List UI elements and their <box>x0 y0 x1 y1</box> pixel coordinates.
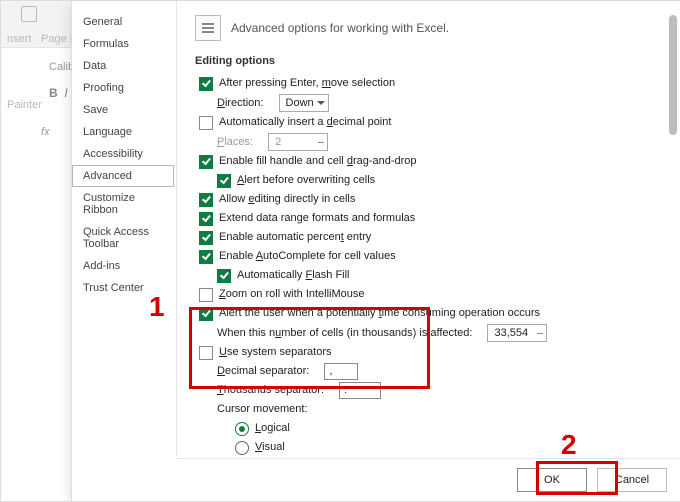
ok-button[interactable]: OK <box>517 468 587 492</box>
ribbon-tab-insert: nsert <box>7 33 31 45</box>
lbl-alert-overwrite: Alert before overwriting cells <box>237 172 375 189</box>
lbl-alert-time: Alert the user when a potentially time c… <box>219 305 540 322</box>
spin-cells-affected[interactable]: 33,554 <box>487 324 547 342</box>
lbl-cursor-visual: Visual <box>255 439 285 456</box>
lbl-after-enter: After pressing Enter, move selection <box>219 75 395 92</box>
sidebar-item-accessibility[interactable]: Accessibility <box>72 143 174 165</box>
lbl-cursor-logical: Logical <box>255 420 290 437</box>
lbl-system-separators: Use system separators <box>219 344 332 361</box>
formula-bar-fx: fx <box>41 126 50 138</box>
chk-extend-formats[interactable] <box>199 212 213 226</box>
chk-after-enter[interactable] <box>199 77 213 91</box>
sidebar-item-qat[interactable]: Quick Access Toolbar <box>72 221 174 255</box>
sidebar-item-advanced[interactable]: Advanced <box>72 165 174 187</box>
chk-alert-time[interactable] <box>199 307 213 321</box>
lbl-flash-fill: Automatically Flash Fill <box>237 267 350 284</box>
lbl-cursor-movement: Cursor movement: <box>217 401 307 418</box>
excel-options-dialog: General Formulas Data Proofing Save Lang… <box>71 1 680 501</box>
lbl-places: PPlaces:laces: <box>217 134 253 151</box>
txt-thousands-sep[interactable]: . <box>339 382 381 399</box>
dd-direction[interactable]: Down <box>279 94 329 112</box>
lbl-decimal-sep: Decimal separator: <box>217 363 309 380</box>
spin-places: 2 <box>268 133 328 151</box>
chk-fill-handle[interactable] <box>199 155 213 169</box>
txt-decimal-sep[interactable]: , <box>324 363 358 380</box>
lbl-fill-handle: Enable fill handle and cell drag-and-dro… <box>219 153 417 170</box>
lbl-extend-formats: Extend data range formats and formulas <box>219 210 415 227</box>
sidebar-item-save[interactable]: Save <box>72 99 174 121</box>
lbl-edit-in-cell: Allow editing directly in cells <box>219 191 355 208</box>
sidebar-item-general[interactable]: General <box>72 11 174 33</box>
cancel-button[interactable]: Cancel <box>597 468 667 492</box>
rad-cursor-visual[interactable] <box>235 441 249 455</box>
sidebar-item-proofing[interactable]: Proofing <box>72 77 174 99</box>
rad-cursor-logical[interactable] <box>235 422 249 436</box>
chk-alert-overwrite[interactable] <box>217 174 231 188</box>
lbl-autocomplete: Enable AutoComplete for cell values <box>219 248 396 265</box>
advanced-heading-icon <box>195 15 221 41</box>
lbl-auto-decimal: Automatically insert a decimal point <box>219 114 391 131</box>
chk-flash-fill[interactable] <box>217 269 231 283</box>
options-content: Advanced options for working with Excel.… <box>176 1 680 457</box>
sidebar-item-formulas[interactable]: Formulas <box>72 33 174 55</box>
chk-zoom-intellimouse[interactable] <box>199 288 213 302</box>
chk-autocomplete[interactable] <box>199 250 213 264</box>
sidebar-item-trust-center[interactable]: Trust Center <box>72 277 174 299</box>
chk-edit-in-cell[interactable] <box>199 193 213 207</box>
lbl-cells-affected: When this number of cells (in thousands)… <box>217 325 472 342</box>
lbl-auto-percent: Enable automatic percent entry <box>219 229 371 246</box>
chk-auto-decimal[interactable] <box>199 116 213 130</box>
lbl-zoom-intellimouse: Zoom on roll with IntelliMouse <box>219 286 365 303</box>
sidebar-item-language[interactable]: Language <box>72 121 174 143</box>
chk-system-separators[interactable] <box>199 346 213 360</box>
content-scrollbar[interactable] <box>669 15 677 415</box>
chk-auto-percent[interactable] <box>199 231 213 245</box>
options-sidebar: General Formulas Data Proofing Save Lang… <box>72 11 174 491</box>
lbl-direction: Direction: <box>217 95 263 112</box>
format-painter-label: Painter <box>7 99 42 111</box>
save-icon <box>21 6 37 22</box>
lbl-thousands-sep: Thousands separator: <box>217 382 324 399</box>
advanced-heading: Advanced options for working with Excel. <box>231 21 449 35</box>
sidebar-item-addins[interactable]: Add-ins <box>72 255 174 277</box>
dialog-footer: OK Cancel <box>176 458 680 501</box>
section-editing-options: Editing options <box>195 55 663 67</box>
bold-italic-bg: B I <box>49 86 68 100</box>
sidebar-item-customize-ribbon[interactable]: Customize Ribbon <box>72 187 174 221</box>
sidebar-item-data[interactable]: Data <box>72 55 174 77</box>
